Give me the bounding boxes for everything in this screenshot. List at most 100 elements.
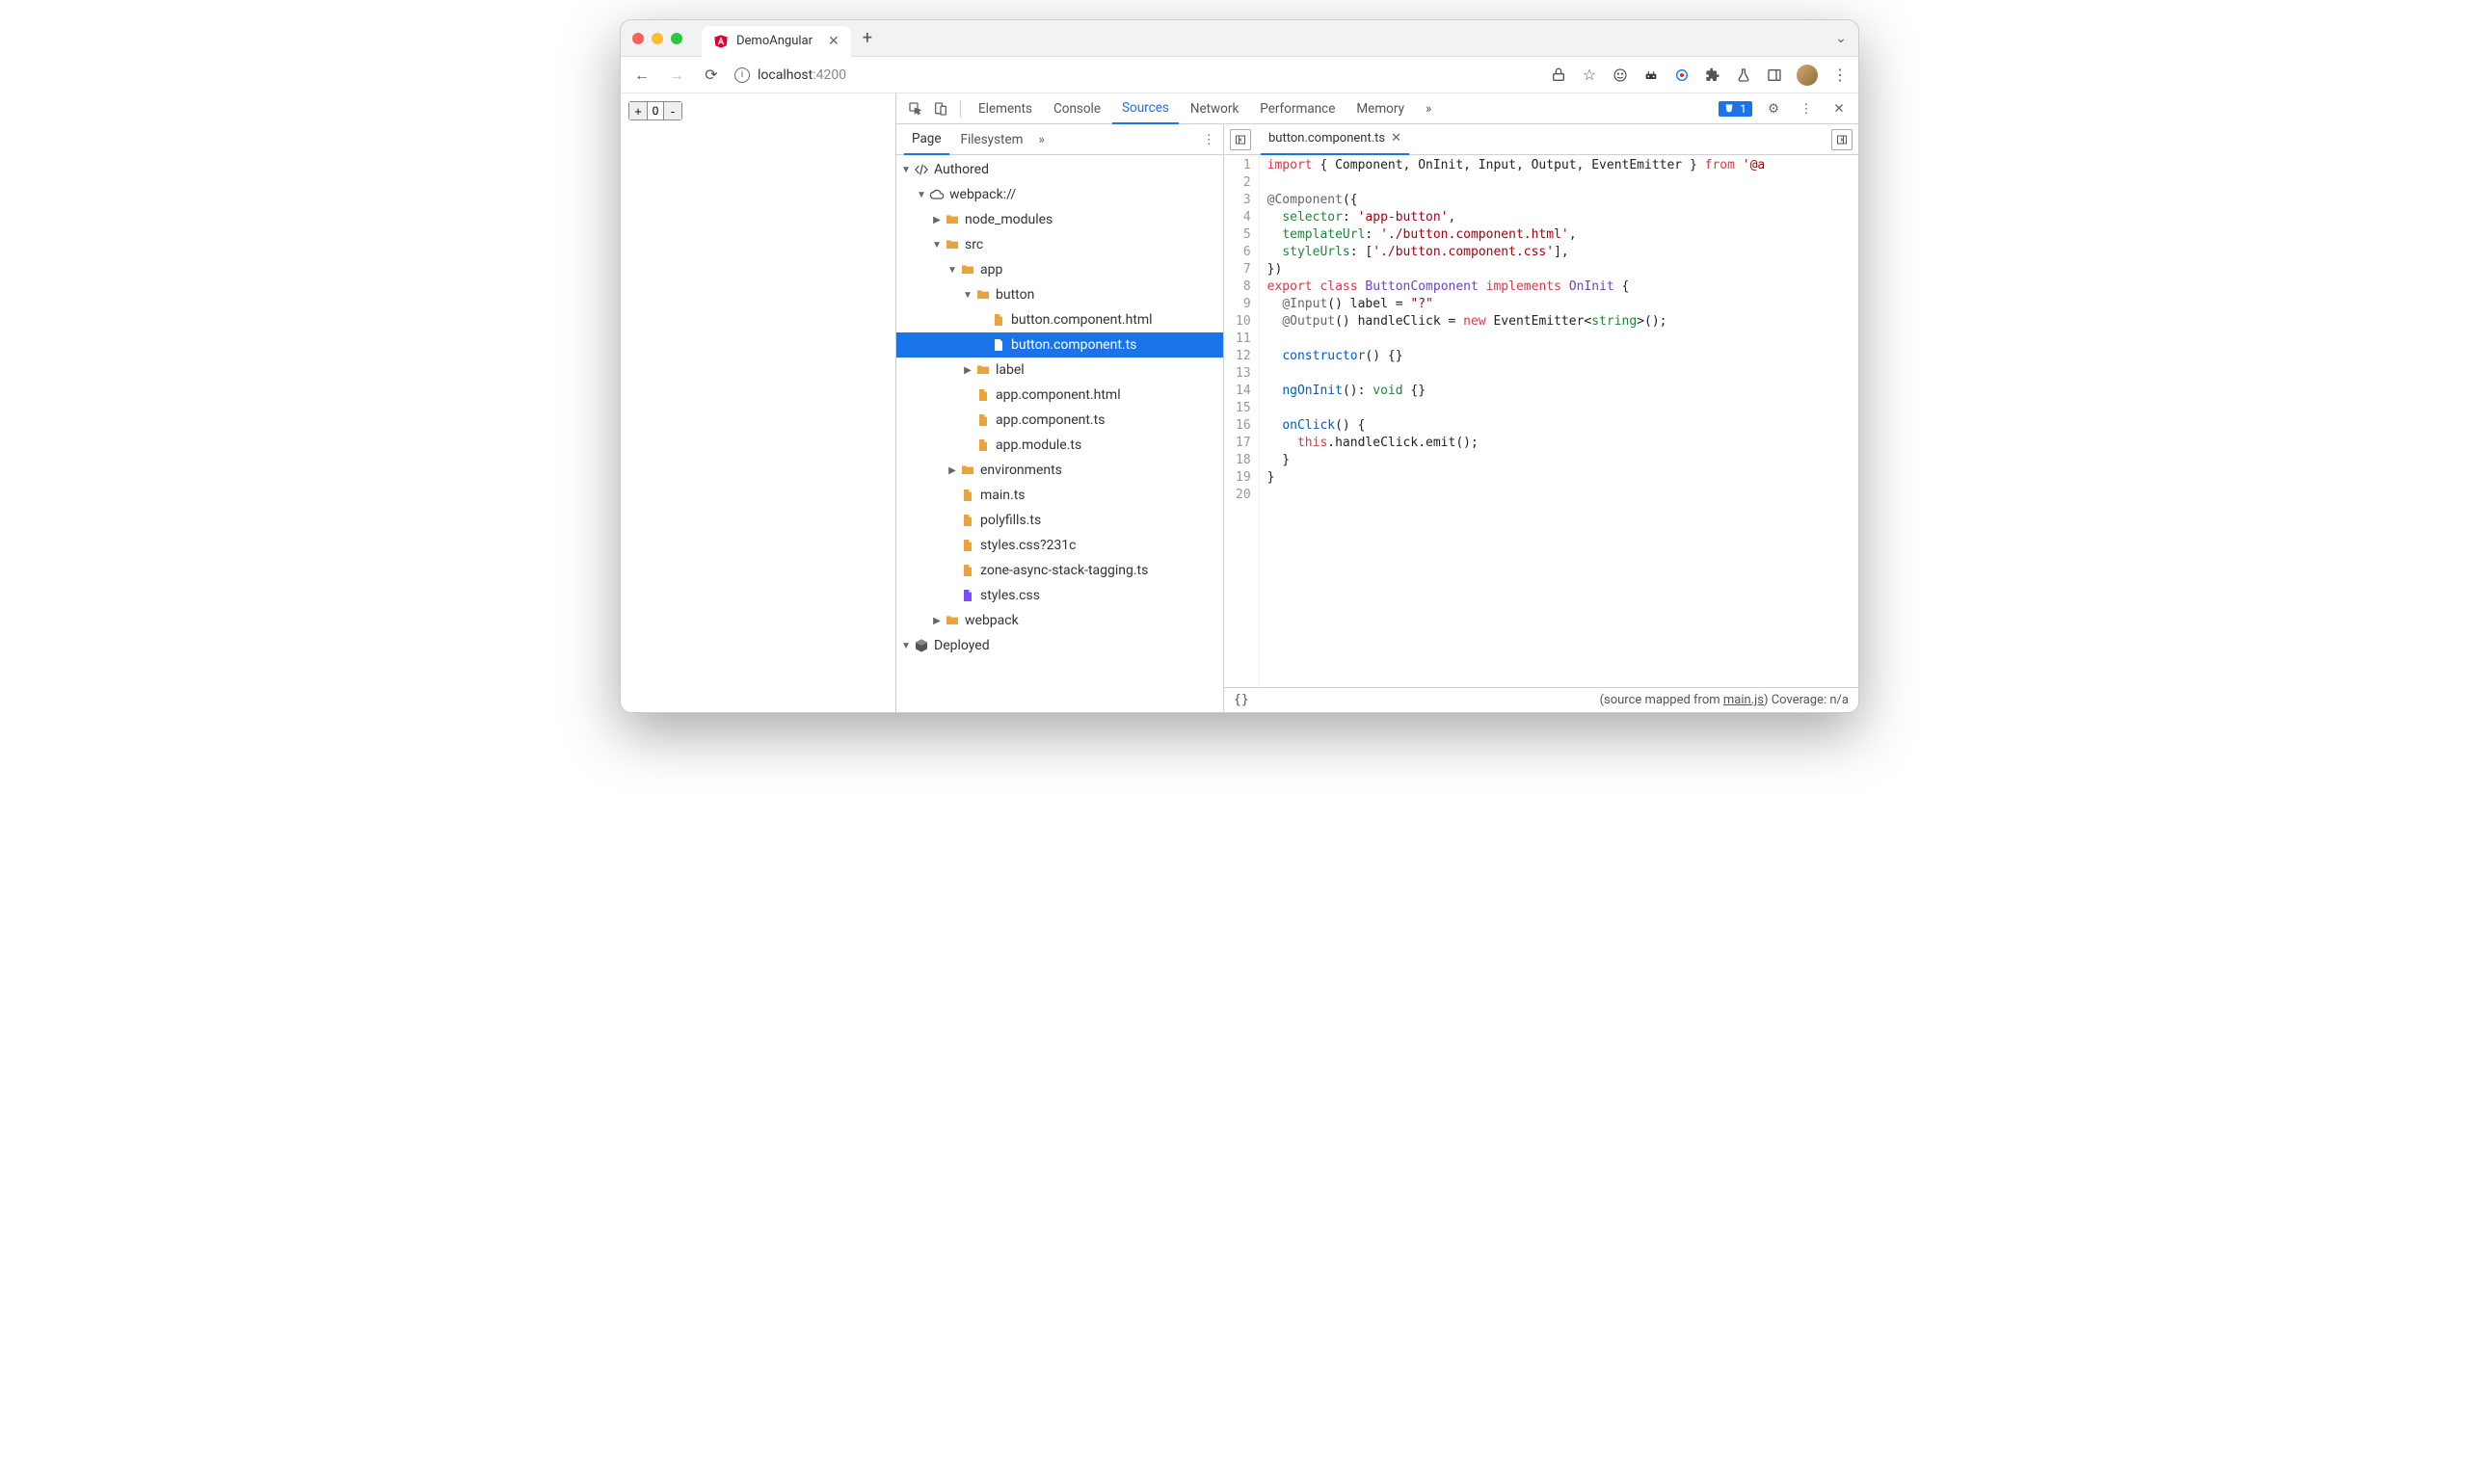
forward-button[interactable]: → [665, 64, 688, 87]
tab-network[interactable]: Network [1181, 93, 1248, 124]
extension-icon-1[interactable] [1612, 66, 1629, 84]
tree-webpack-folder[interactable]: ▶webpack [896, 608, 1223, 633]
browser-menu-button[interactable]: ⋮ [1831, 66, 1849, 84]
editor-tabbar: button.component.ts ✕ [1224, 124, 1858, 155]
deployed-icon [914, 638, 929, 653]
increment-button[interactable]: + [629, 102, 647, 119]
profile-avatar[interactable] [1797, 65, 1818, 86]
share-icon[interactable] [1550, 66, 1567, 84]
address-bar: ← → ⟳ i localhost:4200 ☆ ⋮ [621, 57, 1858, 93]
tree-environments[interactable]: ▶environments [896, 458, 1223, 483]
editor-nav-button[interactable] [1230, 129, 1251, 150]
nav-tab-page[interactable]: Page [904, 124, 949, 155]
device-toolbar-button[interactable] [929, 97, 952, 120]
issues-badge[interactable]: 1 [1719, 101, 1752, 117]
tabs-dropdown-button[interactable]: ⌄ [1835, 31, 1847, 46]
tab-title: DemoAngular [736, 34, 813, 48]
tree-app-html[interactable]: app.component.html [896, 383, 1223, 408]
titlebar: DemoAngular ✕ + ⌄ [621, 20, 1858, 57]
content-area: + 0 - Elements Console Sources Network P… [621, 93, 1858, 712]
close-window-button[interactable] [632, 33, 644, 44]
new-tab-button[interactable]: + [863, 28, 872, 48]
tree-styles[interactable]: styles.css [896, 583, 1223, 608]
tab-memory[interactable]: Memory [1346, 93, 1414, 124]
extensions-puzzle-icon[interactable] [1704, 66, 1721, 84]
separator [960, 100, 961, 118]
traffic-lights [632, 33, 682, 44]
editor-collapse-button[interactable] [1831, 129, 1853, 150]
decrement-button[interactable]: - [664, 102, 681, 119]
labs-flask-icon[interactable] [1735, 66, 1752, 84]
tab-sources[interactable]: Sources [1112, 93, 1179, 124]
file-icon [991, 337, 1006, 353]
nav-more-button[interactable]: » [1038, 132, 1044, 147]
file-icon [960, 538, 975, 553]
browser-window: DemoAngular ✕ + ⌄ ← → ⟳ i localhost:4200… [620, 19, 1859, 713]
cloud-icon [929, 187, 945, 202]
tree-node-modules[interactable]: ▶node_modules [896, 207, 1223, 232]
editor-statusbar: {} (source mapped from main.js) Coverage… [1224, 687, 1858, 712]
tree-app[interactable]: ▼app [896, 257, 1223, 282]
file-icon [960, 488, 975, 503]
nav-tab-filesystem[interactable]: Filesystem [953, 124, 1031, 155]
url-host: localhost [758, 67, 813, 83]
tree-authored[interactable]: ▼Authored [896, 157, 1223, 182]
nav-menu-button[interactable]: ⋮ [1203, 132, 1216, 147]
status-text: (source mapped from main.js) Coverage: n… [1600, 693, 1849, 707]
extension-icon-3[interactable] [1673, 66, 1691, 84]
tree-zone[interactable]: zone-async-stack-tagging.ts [896, 558, 1223, 583]
tree-button-html[interactable]: button.component.html [896, 307, 1223, 332]
devtools-panel: Elements Console Sources Network Perform… [896, 93, 1858, 712]
bookmark-star-icon[interactable]: ☆ [1581, 66, 1598, 84]
browser-tab[interactable]: DemoAngular ✕ [702, 26, 851, 57]
tree-main-ts[interactable]: main.ts [896, 483, 1223, 508]
tree-app-module[interactable]: app.module.ts [896, 433, 1223, 458]
tab-performance[interactable]: Performance [1250, 93, 1345, 124]
tree-src[interactable]: ▼src [896, 232, 1223, 257]
sources-body: Page Filesystem » ⋮ ▼Authored ▼webpack:/… [896, 124, 1858, 712]
code-content[interactable]: import { Component, OnInit, Input, Outpu… [1260, 155, 1773, 687]
folder-icon [945, 212, 960, 227]
devtools-close-button[interactable]: ✕ [1827, 97, 1851, 120]
devtools-menu-button[interactable]: ⋮ [1795, 97, 1818, 120]
more-tabs-button[interactable]: » [1416, 93, 1441, 124]
tab-console[interactable]: Console [1044, 93, 1110, 124]
source-map-link[interactable]: main.js [1723, 693, 1764, 707]
pretty-print-button[interactable]: {} [1234, 693, 1249, 707]
minimize-window-button[interactable] [652, 33, 663, 44]
tree-app-ts[interactable]: app.component.ts [896, 408, 1223, 433]
tree-polyfills[interactable]: polyfills.ts [896, 508, 1223, 533]
sources-navigator: Page Filesystem » ⋮ ▼Authored ▼webpack:/… [896, 124, 1224, 712]
file-icon [960, 588, 975, 603]
close-tab-button[interactable]: ✕ [828, 34, 840, 49]
extension-icon-2[interactable] [1642, 66, 1660, 84]
side-panel-icon[interactable] [1766, 66, 1783, 84]
file-icon [975, 412, 991, 428]
editor-body[interactable]: 1234567891011121314151617181920 import {… [1224, 155, 1858, 687]
reload-button[interactable]: ⟳ [700, 64, 723, 87]
tree-deployed[interactable]: ▼Deployed [896, 633, 1223, 658]
tree-label-folder[interactable]: ▶label [896, 358, 1223, 383]
site-info-icon[interactable]: i [734, 67, 750, 83]
editor-tab-close[interactable]: ✕ [1391, 131, 1401, 146]
file-icon [975, 437, 991, 453]
tree-styles-q[interactable]: styles.css?231c [896, 533, 1223, 558]
file-icon [960, 513, 975, 528]
tab-elements[interactable]: Elements [969, 93, 1042, 124]
url-port: :4200 [813, 67, 846, 83]
folder-icon [960, 262, 975, 278]
file-icon [991, 312, 1006, 328]
folder-icon [945, 613, 960, 628]
navigator-tabbar: Page Filesystem » ⋮ [896, 124, 1223, 155]
inspect-element-button[interactable] [904, 97, 927, 120]
tree-button-ts[interactable]: button.component.ts [896, 332, 1223, 358]
editor-tab[interactable]: button.component.ts ✕ [1261, 124, 1409, 155]
back-button[interactable]: ← [630, 64, 653, 87]
maximize-window-button[interactable] [671, 33, 682, 44]
folder-icon [975, 287, 991, 303]
tree-webpack-domain[interactable]: ▼webpack:// [896, 182, 1223, 207]
tree-button-folder[interactable]: ▼button [896, 282, 1223, 307]
devtools-tabbar: Elements Console Sources Network Perform… [896, 93, 1858, 124]
devtools-settings-button[interactable]: ⚙ [1762, 97, 1785, 120]
url-input[interactable]: i localhost:4200 [734, 67, 1538, 83]
